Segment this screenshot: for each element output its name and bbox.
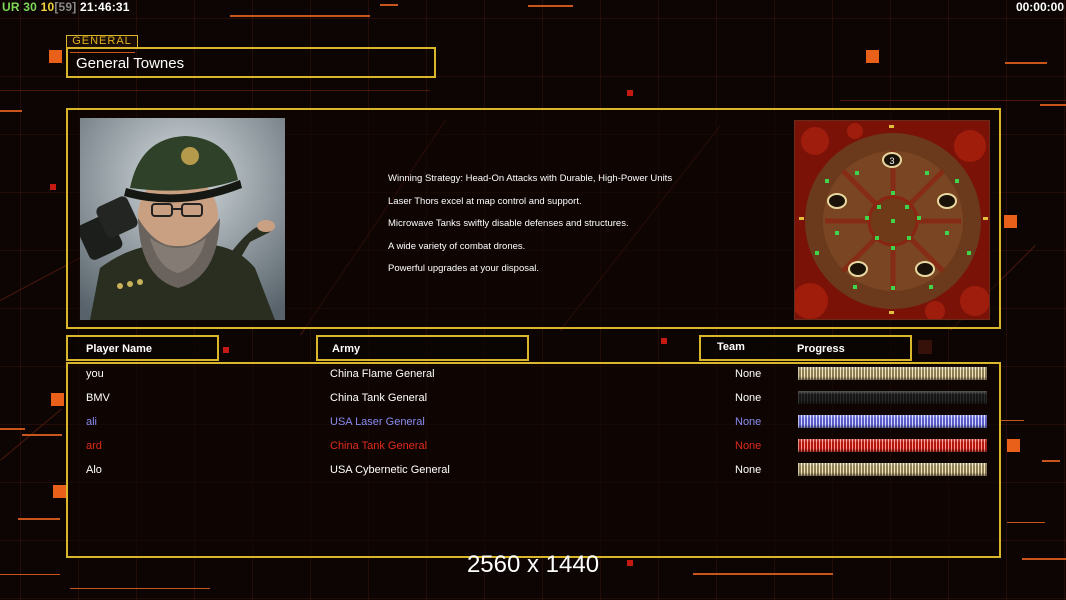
hud-stat-b: 10 [40,0,55,14]
decor-line [0,90,430,91]
army-header[interactable]: Army [316,335,529,361]
hud-stat-a: 30 [23,0,38,14]
general-name: General Townes [76,55,185,72]
table-row[interactable]: ard China Tank General None [68,436,999,460]
player-army: USA Laser General [330,416,425,428]
player-name: Alo [86,464,102,476]
loading-progress-bar [798,367,987,380]
resolution-label: 2560 x 1440 [466,551,600,578]
hud-stats: UR 30 10[59] 21:46:31 [2,0,130,14]
decor-square [223,347,229,353]
general-info-panel: Winning Strategy: Head-On Attacks with D… [66,108,1001,329]
decor-bar [18,518,60,520]
hud-ur-label: UR [2,0,20,14]
decor-square [1007,439,1020,452]
team-header-label: Team [717,341,745,353]
player-army: China Tank General [330,392,428,404]
decor-bar [1042,460,1060,462]
decor-bar [528,5,573,7]
team-progress-header[interactable]: Team Progress [699,335,912,361]
progress-fill [798,415,987,428]
decor-bar [230,15,370,17]
players-panel: you China Flame General None BMV China T… [66,362,1001,558]
decor-bar [1000,420,1024,421]
decor-bar [1040,104,1066,106]
player-team: None [735,392,762,404]
player-name: you [86,368,104,380]
player-team: None [735,440,762,452]
player-name: ali [86,416,98,428]
map-preview[interactable]: 3 [794,120,990,320]
player-name-header[interactable]: Player Name [66,335,219,361]
progress-fill [798,391,987,404]
general-name-box: General Townes [66,47,436,78]
progress-fill [798,463,987,476]
table-row[interactable]: Alo USA Cybernetic General None [68,460,999,484]
general-portrait-image [80,118,285,320]
strategy-line: Microwave Tanks swiftly disable defenses… [388,218,629,229]
decor-bar [70,588,210,589]
decor-square [1004,215,1017,228]
player-army: China Tank General [330,440,428,452]
map-start-marker: 3 [889,156,894,166]
player-army: USA Cybernetic General [330,464,450,476]
table-row[interactable]: BMV China Tank General None [68,388,999,412]
decor-bar [1005,62,1047,64]
army-header-label: Army [332,343,361,355]
decor-square [866,50,879,63]
decor-square [661,338,667,344]
decor-line [840,100,1066,101]
strategy-line: Winning Strategy: Head-On Attacks with D… [388,173,673,184]
loading-progress-bar [798,439,987,452]
decor-square [53,485,66,498]
player-name-header-label: Player Name [86,343,153,355]
hud-stat-c: [59] [54,0,77,14]
table-row[interactable]: you China Flame General None [68,364,999,388]
decor-square [50,184,56,190]
decor-square [627,90,633,96]
loading-progress-bar [798,391,987,404]
hud-clock: 21:46:31 [80,0,130,14]
general-portrait [80,118,285,320]
decor-square [918,340,932,354]
map-preview-image: 3 [795,121,989,319]
player-name: BMV [86,392,110,404]
strategy-line: A wide variety of combat drones. [388,240,526,252]
progress-header-label: Progress [797,343,845,355]
decor-bar [1007,522,1045,523]
decor-bar [22,434,62,436]
decor-square [49,50,62,63]
player-army: China Flame General [330,368,435,380]
strategy-text: Winning Strategy: Head-On Attacks with D… [388,168,672,281]
decor-bar [380,4,398,6]
player-name: ard [86,440,102,452]
player-team: None [735,464,762,476]
table-row[interactable]: ali USA Laser General None [68,412,999,436]
hud-timer: 00:00:00 [1015,0,1064,14]
player-team: None [735,416,762,428]
loading-progress-bar [798,415,987,428]
loading-progress-bar [798,463,987,476]
decor-square [51,393,64,406]
progress-fill [798,439,987,452]
strategy-line: Laser Thors excel at map control and sup… [388,195,582,207]
decor-bar [0,110,22,112]
decor-bar [0,428,25,430]
strategy-line: Powerful upgrades at your disposal. [388,263,540,274]
player-team: None [735,368,762,380]
progress-fill [798,367,987,380]
